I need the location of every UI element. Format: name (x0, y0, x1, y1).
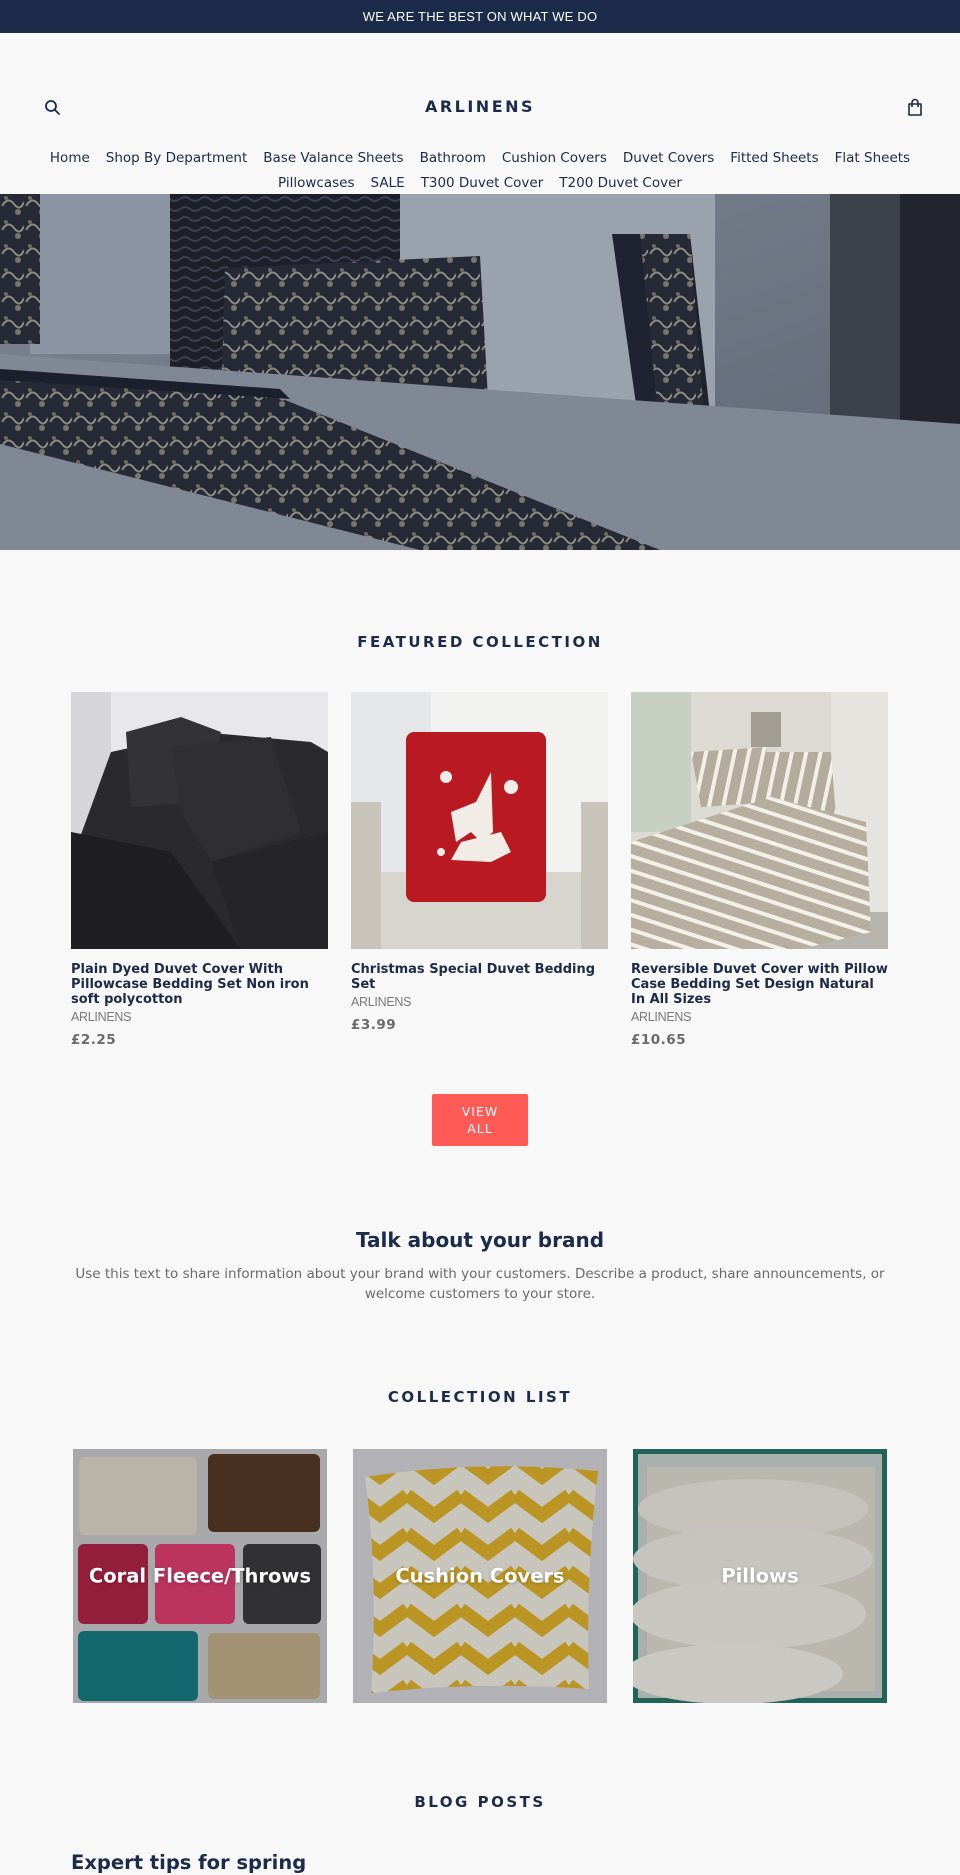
collection-list-title: COLLECTION LIST (387, 1388, 573, 1406)
product-title[interactable]: Christmas Special Duvet Bedding Set (351, 962, 608, 992)
site-header: ARLINENS Home Shop By Department Base Vala… (0, 33, 960, 193)
blog-post-title[interactable]: Expert tips for spring (71, 1851, 306, 1874)
site-logo[interactable]: ARLINENS (0, 97, 960, 116)
brand-heading: Talk about your brand (355, 1228, 605, 1252)
collection-card[interactable]: Pillows (633, 1449, 887, 1703)
product-price: £10.65 (631, 1032, 687, 1048)
shopping-bag-icon (908, 98, 922, 116)
main-navigation: Home Shop By Department Base Valance Sheet… (30, 145, 930, 195)
product-image[interactable] (71, 692, 328, 949)
nav-item-shop-by-department[interactable]: Shop By Department (106, 147, 247, 170)
product-title[interactable]: Reversible Duvet Cover with Pillow Case … (631, 962, 888, 1007)
product-price: £2.25 (71, 1032, 117, 1048)
nav-item-home[interactable]: Home (50, 147, 90, 170)
nav-item-cushion-covers[interactable]: Cushion Covers (502, 147, 607, 170)
featured-collection-title: FEATURED COLLECTION (357, 633, 603, 651)
product-vendor: ARLINENS (351, 995, 412, 1009)
collection-label[interactable]: Cushion Covers (353, 1565, 607, 1588)
product-card[interactable]: Plain Dyed Duvet Cover With Pillowcase B… (71, 692, 328, 1048)
collection-label[interactable]: Pillows (633, 1565, 887, 1588)
hero-banner: BUY NOW (0, 194, 960, 550)
announcement-bar: WE ARE THE BEST ON WHAT WE DO (0, 0, 960, 33)
nav-item-sale[interactable]: SALE (371, 172, 405, 195)
nav-item-duvet-covers[interactable]: Duvet Covers (623, 147, 714, 170)
collection-card[interactable]: Coral Fleece/Throws (73, 1449, 327, 1703)
product-card[interactable]: Christmas Special Duvet Bedding Set ARLI… (351, 692, 608, 1033)
nav-item-t300-duvet-cover[interactable]: T300 Duvet Cover (421, 172, 544, 195)
nav-item-flat-sheets[interactable]: Flat Sheets (835, 147, 910, 170)
collection-label[interactable]: Coral Fleece/Throws (73, 1565, 327, 1588)
hero-image (0, 194, 960, 550)
nav-item-base-valance-sheets[interactable]: Base Valance Sheets (263, 147, 403, 170)
product-vendor: ARLINENS (631, 1010, 692, 1024)
cart-button[interactable] (905, 98, 925, 118)
nav-item-fitted-sheets[interactable]: Fitted Sheets (730, 147, 818, 170)
product-image[interactable] (631, 692, 888, 949)
nav-item-t200-duvet-cover[interactable]: T200 Duvet Cover (559, 172, 682, 195)
product-title[interactable]: Plain Dyed Duvet Cover With Pillowcase B… (71, 962, 328, 1007)
announcement-text: WE ARE THE BEST ON WHAT WE DO (362, 9, 598, 24)
view-all-button[interactable]: VIEW ALL (432, 1094, 528, 1146)
product-card[interactable]: Reversible Duvet Cover with Pillow Case … (631, 692, 888, 1048)
product-image[interactable] (351, 692, 608, 949)
product-price: £3.99 (351, 1017, 397, 1033)
nav-item-pillowcases[interactable]: Pillowcases (278, 172, 354, 195)
nav-item-bathroom[interactable]: Bathroom (420, 147, 486, 170)
collection-card[interactable]: Cushion Covers (353, 1449, 607, 1703)
product-vendor: ARLINENS (71, 1010, 132, 1024)
brand-text: Use this text to share information about… (75, 1266, 885, 1302)
blog-posts-title: BLOG POSTS (414, 1793, 546, 1811)
